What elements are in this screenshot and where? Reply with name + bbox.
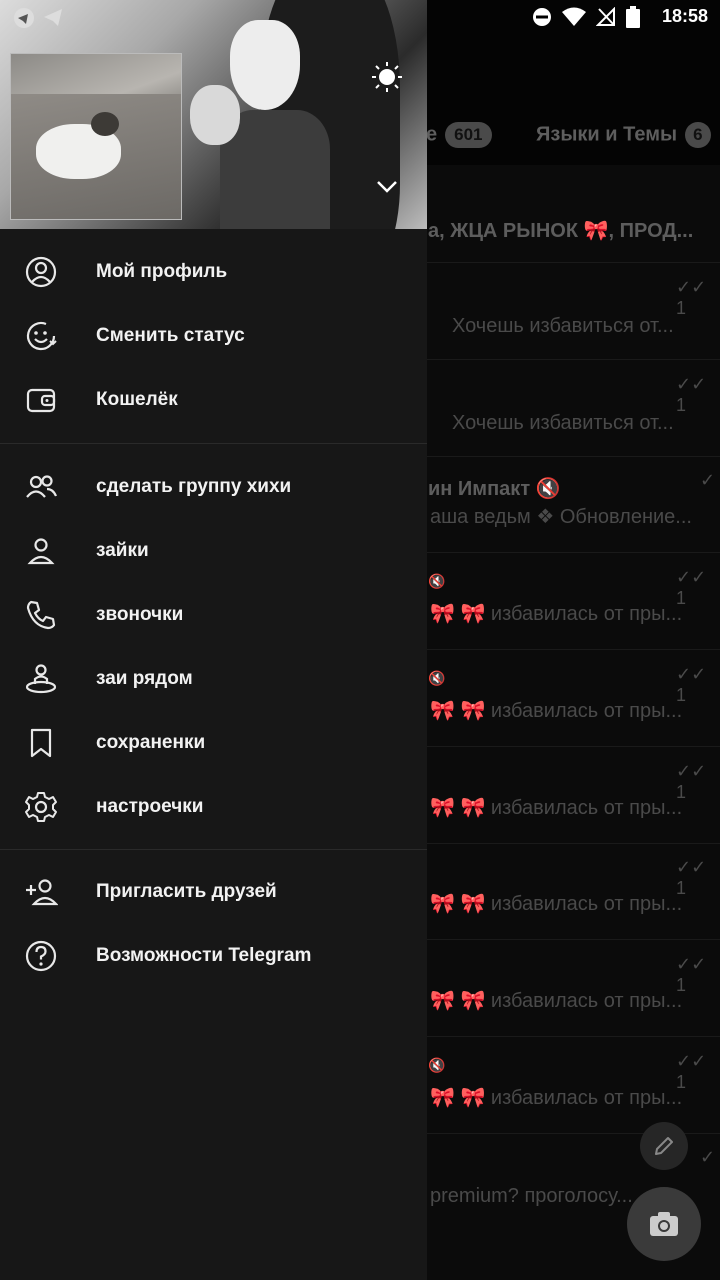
wifi-icon	[562, 7, 586, 26]
menu-divider	[0, 443, 427, 444]
menu-item-settings[interactable]: настроечки	[0, 775, 427, 839]
chat-title: 🔇	[428, 1057, 446, 1073]
tab-all[interactable]: е 601	[426, 122, 492, 148]
tab-label: е	[426, 123, 438, 146]
avatar-cat-head	[91, 112, 119, 136]
read-ticks: ✓	[700, 470, 716, 490]
contacts-icon	[27, 538, 55, 565]
menu-label: Мой профиль	[96, 261, 228, 282]
menu-item-calls[interactable]: звоночки	[0, 583, 427, 647]
menu-label: сделать группу хихи	[96, 476, 292, 497]
chat-message: 🎀 🎀 избавилась от пры...	[430, 797, 683, 819]
menu-divider	[0, 849, 427, 850]
chevron-down-icon[interactable]	[376, 180, 398, 194]
avatar[interactable]	[10, 53, 182, 220]
read-ticks: ✓✓ 1	[676, 277, 707, 318]
chat-title: а, ЖЦА РЫНОК 🎀, ПРОД...	[428, 220, 694, 242]
menu-item-telegram-features[interactable]: Возможности Telegram	[0, 924, 427, 988]
menu-label: Пригласить друзей	[96, 881, 277, 902]
read-ticks: ✓	[700, 1147, 716, 1167]
menu-label: звоночки	[96, 604, 184, 625]
chat-message: premium? проголосу...	[430, 1185, 633, 1207]
menu-label: сохраненки	[96, 732, 206, 753]
chat-title: 🔇	[428, 670, 446, 686]
battery-icon	[626, 6, 640, 28]
do-not-disturb-icon	[533, 8, 551, 26]
clock: 18:58	[661, 6, 708, 26]
menu-label: настроечки	[96, 796, 204, 817]
tab-label: Языки и Темы	[536, 123, 678, 146]
read-ticks: ✓✓ 1	[676, 761, 707, 802]
status-icons	[532, 6, 640, 28]
camera-button[interactable]	[627, 1187, 701, 1261]
menu-item-people-nearby[interactable]: заи рядом	[0, 647, 427, 711]
compose-button[interactable]	[640, 1122, 688, 1170]
chat-message: 🎀 🎀 избавилась от пры...	[430, 1087, 683, 1109]
status-bar: 18:58	[0, 0, 720, 34]
menu-item-saved-messages[interactable]: сохраненки	[0, 711, 427, 775]
chat-message: 🎀 🎀 избавилась от пры...	[430, 603, 683, 625]
menu-label: заи рядом	[96, 668, 193, 689]
menu-item-wallet[interactable]: Кошелёк	[0, 368, 427, 432]
menu-item-invite-friends[interactable]: Пригласить друзей	[0, 860, 427, 924]
read-ticks: ✓✓ 1	[676, 1051, 707, 1092]
settings-icon	[25, 792, 57, 822]
read-ticks: ✓✓ 1	[676, 374, 707, 415]
tab-badge: 601	[445, 122, 492, 148]
read-ticks: ✓✓ 1	[676, 857, 707, 898]
invite-icon	[26, 879, 58, 906]
chat-message: Хочешь избавиться от...	[452, 315, 674, 337]
pencil-icon	[655, 1137, 673, 1155]
drawer-header	[0, 0, 427, 229]
menu-item-my-profile[interactable]: Мой профиль	[0, 240, 427, 304]
profile-icon	[25, 256, 57, 288]
theme-toggle-icon[interactable]	[370, 60, 404, 94]
menu-item-new-group[interactable]: сделать группу хихи	[0, 455, 427, 519]
chat-message: 🎀 🎀 избавилась от пры...	[430, 700, 683, 722]
menu-item-contacts[interactable]: зайки	[0, 519, 427, 583]
telegram-notification-icon	[44, 9, 62, 26]
chat-title: 🔇	[428, 573, 446, 589]
chat-message: 🎀 🎀 избавилась от пры...	[430, 893, 683, 915]
header-artwork-hand	[190, 85, 240, 145]
no-signal-icon	[596, 7, 615, 26]
chat-title: ин Импакт 🔇	[428, 478, 561, 500]
navigation-drawer: Мой профиль Сменить статус Кошелёк сдела…	[0, 0, 427, 1280]
help-icon	[25, 940, 57, 972]
wallet-icon	[26, 388, 56, 413]
chat-message: Хочешь избавиться от...	[452, 412, 674, 434]
read-ticks: ✓✓ 1	[676, 664, 707, 705]
tab-languages-themes[interactable]: Языки и Темы 6	[536, 122, 711, 148]
app-notification-icon	[14, 8, 34, 28]
menu-label: Возможности Telegram	[96, 945, 312, 966]
chat-message: аша ведьм ❖ Обновление...	[430, 506, 692, 528]
menu-label: зайки	[96, 540, 149, 561]
read-ticks: ✓✓ 1	[676, 567, 707, 608]
menu-label: Сменить статус	[96, 325, 245, 346]
camera-icon	[650, 1212, 678, 1236]
menu-item-change-status[interactable]: Сменить статус	[0, 304, 427, 368]
status-icon	[26, 321, 57, 351]
phone-icon	[26, 600, 56, 630]
nearby-icon	[25, 664, 57, 694]
chat-message: 🎀 🎀 избавилась от пры...	[430, 990, 683, 1012]
bookmark-icon	[30, 728, 52, 758]
group-icon	[26, 475, 58, 498]
tab-badge: 6	[685, 122, 711, 148]
read-ticks: ✓✓ 1	[676, 954, 707, 995]
menu-label: Кошелёк	[96, 389, 178, 410]
